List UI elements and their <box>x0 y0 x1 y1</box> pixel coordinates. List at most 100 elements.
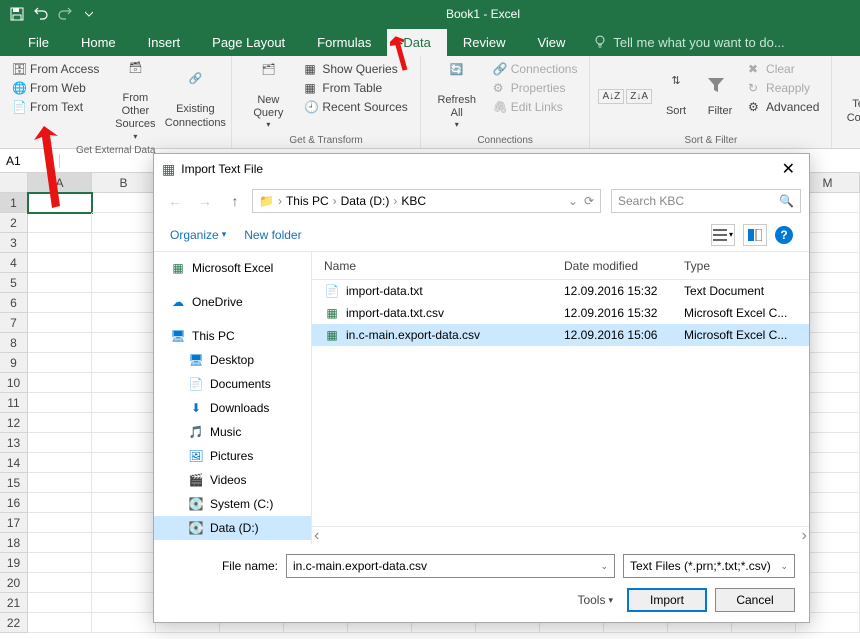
row-header[interactable]: 1 <box>0 193 28 213</box>
from-access-button[interactable]: 🗄From Access <box>8 60 103 78</box>
cell[interactable] <box>92 553 156 573</box>
cell[interactable] <box>28 533 92 553</box>
cell[interactable] <box>28 513 92 533</box>
text-to-columns-button[interactable]: 📊Text to Columns <box>840 60 860 133</box>
cell[interactable] <box>92 433 156 453</box>
cell[interactable] <box>28 253 92 273</box>
cell[interactable] <box>92 193 156 213</box>
row-header[interactable]: 4 <box>0 253 28 273</box>
nav-item-documents[interactable]: 📄Documents <box>154 372 311 396</box>
cell[interactable] <box>28 553 92 573</box>
row-header[interactable]: 9 <box>0 353 28 373</box>
row-header[interactable]: 22 <box>0 613 28 633</box>
row-header[interactable]: 10 <box>0 373 28 393</box>
row-header[interactable]: 6 <box>0 293 28 313</box>
file-row[interactable]: ▦in.c-main.export-data.csv12.09.2016 15:… <box>312 324 809 346</box>
close-button[interactable]: ✕ <box>776 157 801 181</box>
nav-item-desktop[interactable]: 🖥Desktop <box>154 348 311 372</box>
forward-button[interactable]: → <box>192 188 218 214</box>
row-header[interactable]: 3 <box>0 233 28 253</box>
cell[interactable] <box>28 413 92 433</box>
row-header[interactable]: 7 <box>0 313 28 333</box>
nav-item-downloads[interactable]: ⬇Downloads <box>154 396 311 420</box>
sort-button[interactable]: ⇅Sort <box>656 60 696 133</box>
back-button[interactable]: ← <box>162 188 188 214</box>
row-header[interactable]: 8 <box>0 333 28 353</box>
clear-filter-button[interactable]: ✖Clear <box>744 60 823 78</box>
breadcrumb-item[interactable]: This PC <box>286 194 329 208</box>
cell[interactable] <box>92 533 156 553</box>
from-other-sources-button[interactable]: 🗃From Other Sources▾ <box>107 60 163 143</box>
row-header[interactable]: 2 <box>0 213 28 233</box>
breadcrumb-item[interactable]: KBC <box>401 194 426 208</box>
chevron-down-icon[interactable]: ⌄ <box>568 194 578 208</box>
qat-customize[interactable] <box>78 3 100 25</box>
nav-item-music[interactable]: 🎵Music <box>154 420 311 444</box>
nav-item-pictures[interactable]: 🖼Pictures <box>154 444 311 468</box>
cell[interactable] <box>28 473 92 493</box>
cell[interactable] <box>28 593 92 613</box>
connections-button[interactable]: 🔗Connections <box>489 60 582 78</box>
advanced-filter-button[interactable]: ⚙Advanced <box>744 98 823 116</box>
row-header[interactable]: 14 <box>0 453 28 473</box>
cell[interactable] <box>28 273 92 293</box>
undo-button[interactable] <box>30 3 52 25</box>
header-name[interactable]: Name <box>312 259 564 273</box>
cell[interactable] <box>92 333 156 353</box>
cell[interactable] <box>28 313 92 333</box>
cell[interactable] <box>28 393 92 413</box>
cell[interactable] <box>92 293 156 313</box>
nav-item-videos[interactable]: 🎬Videos <box>154 468 311 492</box>
cell[interactable] <box>28 613 92 633</box>
row-header[interactable]: 18 <box>0 533 28 553</box>
new-folder-button[interactable]: New folder <box>244 228 301 242</box>
cell[interactable] <box>92 473 156 493</box>
row-header[interactable]: 16 <box>0 493 28 513</box>
file-list-headers[interactable]: Name Date modified Type <box>312 252 809 280</box>
filename-input[interactable]: in.c-main.export-data.csv⌄ <box>286 554 615 578</box>
nav-item-excel[interactable]: ▦Microsoft Excel <box>154 256 311 280</box>
cell[interactable] <box>92 253 156 273</box>
cell[interactable] <box>92 453 156 473</box>
row-header[interactable]: 15 <box>0 473 28 493</box>
import-button[interactable]: Import <box>627 588 707 612</box>
cell[interactable] <box>28 353 92 373</box>
cell[interactable] <box>92 513 156 533</box>
cell[interactable] <box>92 373 156 393</box>
row-header[interactable]: 21 <box>0 593 28 613</box>
file-row[interactable]: 📄import-data.txt12.09.2016 15:32Text Doc… <box>312 280 809 302</box>
help-button[interactable]: ? <box>775 226 793 244</box>
cell[interactable] <box>28 233 92 253</box>
nav-item-data-d[interactable]: 💽Data (D:) <box>154 516 311 540</box>
cell[interactable] <box>92 613 156 633</box>
cell[interactable] <box>92 313 156 333</box>
search-input[interactable]: Search KBC 🔍 <box>611 189 801 213</box>
cell[interactable] <box>92 393 156 413</box>
file-type-filter[interactable]: Text Files (*.prn;*.txt;*.csv)⌄ <box>623 554 795 578</box>
cell[interactable] <box>92 213 156 233</box>
row-header[interactable]: 13 <box>0 433 28 453</box>
horizontal-scrollbar[interactable]: ‹› <box>312 526 809 544</box>
nav-item-thispc[interactable]: 🖥This PC <box>154 324 311 348</box>
tools-button[interactable]: Tools ▾ <box>577 593 613 607</box>
save-button[interactable] <box>6 3 28 25</box>
name-box[interactable]: A1▾ <box>0 154 60 168</box>
from-web-button[interactable]: 🌐From Web <box>8 79 103 97</box>
cell[interactable] <box>28 213 92 233</box>
filter-button[interactable]: Filter <box>700 60 740 133</box>
column-header[interactable]: A <box>28 173 92 193</box>
breadcrumb[interactable]: 📁 › This PC › Data (D:) › KBC ⌄⟳ <box>252 189 601 213</box>
properties-button[interactable]: ⚙Properties <box>489 79 582 97</box>
row-header[interactable]: 5 <box>0 273 28 293</box>
cell[interactable] <box>92 273 156 293</box>
tab-formulas[interactable]: Formulas <box>301 29 387 56</box>
organize-button[interactable]: Organize ▾ <box>170 228 226 242</box>
cell[interactable] <box>92 493 156 513</box>
tab-home[interactable]: Home <box>65 29 132 56</box>
cell[interactable] <box>92 573 156 593</box>
recent-sources-button[interactable]: 🕘Recent Sources <box>300 98 411 116</box>
nav-item-onedrive[interactable]: ☁OneDrive <box>154 290 311 314</box>
cell[interactable] <box>28 493 92 513</box>
tab-data[interactable]: Data <box>387 29 446 56</box>
preview-pane-button[interactable] <box>743 224 767 246</box>
